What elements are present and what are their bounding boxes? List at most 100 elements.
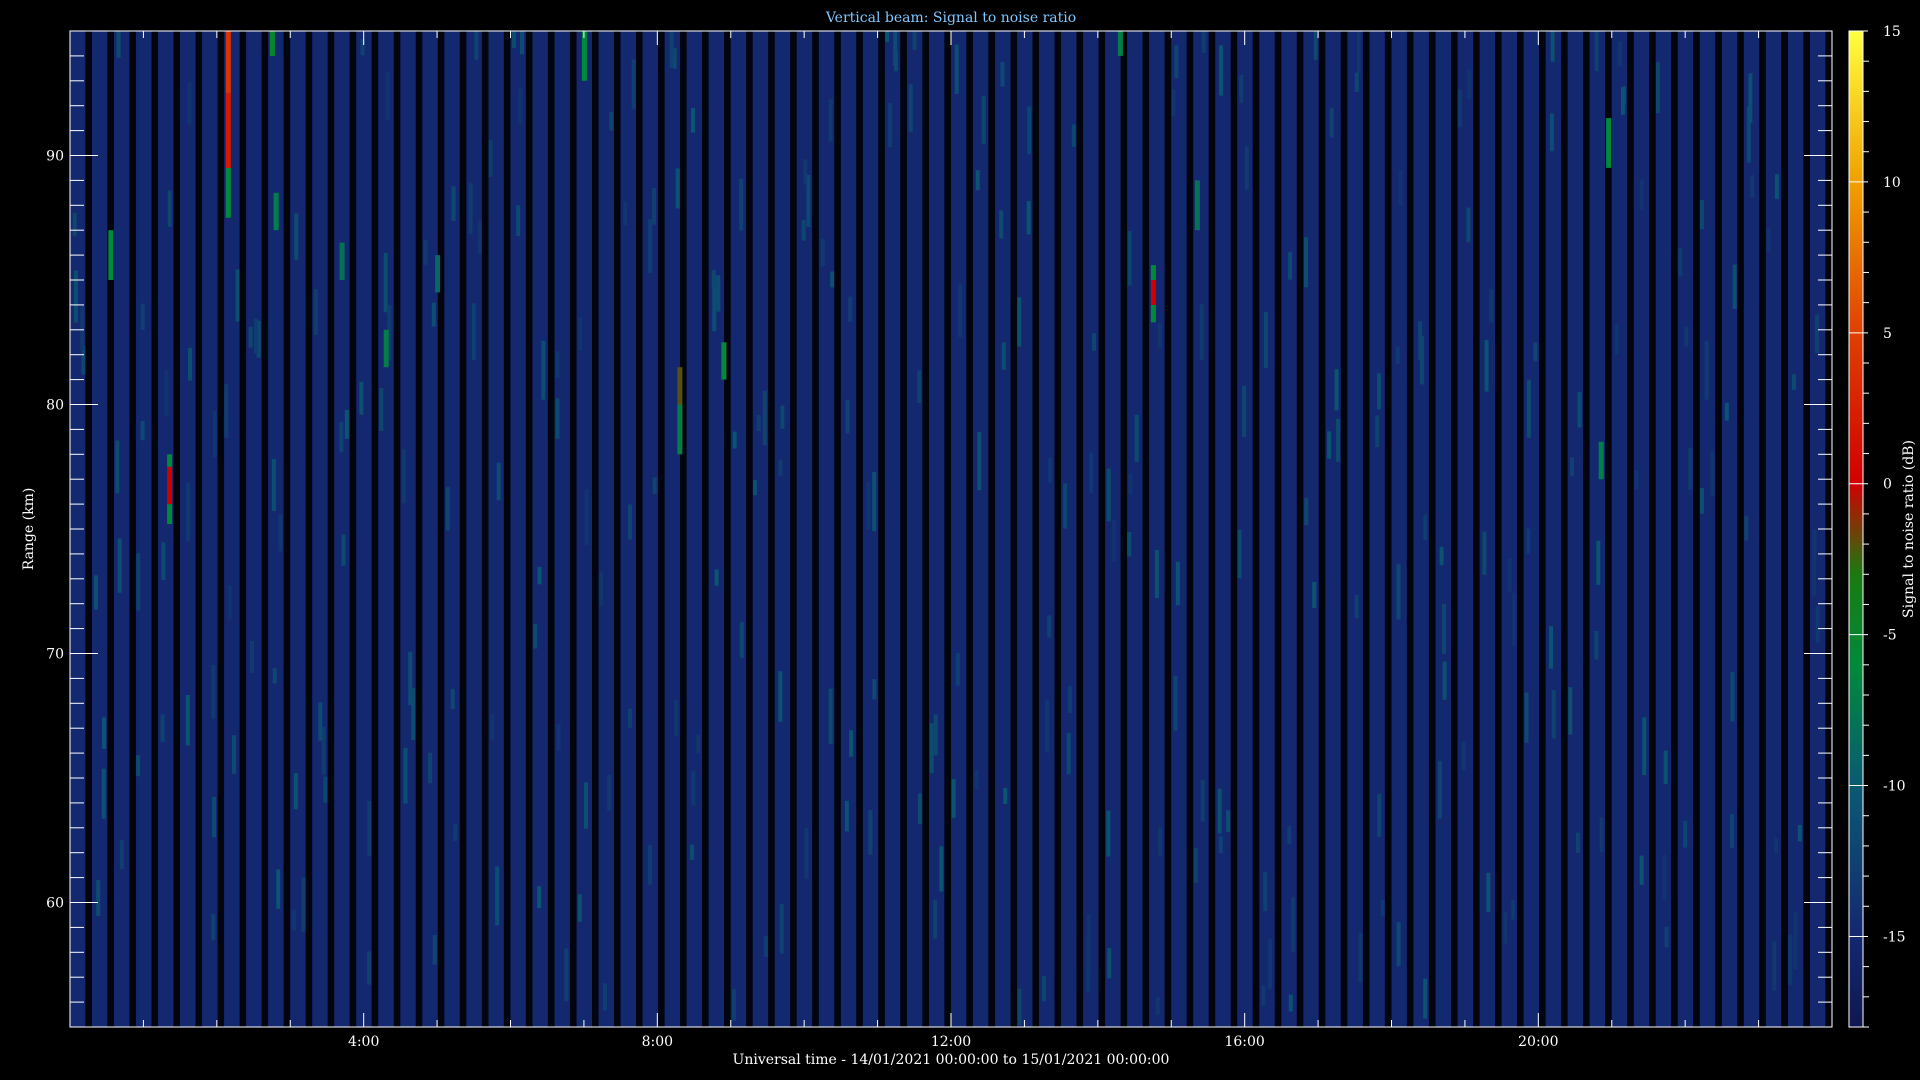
- colorbar-tick-label: -15: [1883, 929, 1906, 945]
- data-gap-stripe: [1362, 31, 1370, 1027]
- echo-feature: [1606, 118, 1612, 168]
- x-tick-label: 8:00: [642, 1034, 673, 1050]
- heatmap-column: [730, 31, 747, 1027]
- heatmap-cell: [564, 948, 569, 1002]
- echo-feature: [1150, 265, 1156, 280]
- heatmap-cell: [1774, 174, 1779, 199]
- heatmap-column: [1611, 31, 1628, 1027]
- heatmap-cell: [254, 318, 258, 354]
- heatmap-column: [907, 31, 923, 1027]
- heatmap-cell: [1111, 520, 1116, 562]
- heatmap-cell: [367, 951, 371, 985]
- heatmap-cell: [908, 84, 913, 133]
- heatmap-cell: [1550, 31, 1555, 62]
- heatmap-cell: [1239, 75, 1244, 103]
- heatmap-cell: [1288, 252, 1293, 280]
- heatmap-cell: [1334, 369, 1339, 411]
- heatmap-cell: [73, 270, 78, 323]
- heatmap-cell: [977, 431, 982, 491]
- echo-feature: [167, 466, 173, 505]
- heatmap-column: [1215, 31, 1231, 1027]
- heatmap-column: [686, 31, 703, 1027]
- data-gap-stripe: [481, 31, 489, 1027]
- heatmap-cell: [291, 909, 296, 931]
- heatmap-column: [1149, 31, 1165, 1027]
- heatmap-cell: [1086, 914, 1091, 969]
- colorbar-tick-label: 15: [1883, 24, 1901, 40]
- data-gap-stripe: [1451, 31, 1458, 1027]
- heatmap-cell: [1173, 675, 1178, 731]
- heatmap-cell: [674, 700, 679, 736]
- heatmap-column: [400, 31, 416, 1027]
- heatmap-column: [752, 31, 769, 1027]
- heatmap-cell: [1442, 603, 1446, 654]
- snr-heatmap-chart: 4:00 8:00 12:00 16:00 20:00 60 70 80 90 Vertical…: [21, 10, 1917, 1068]
- heatmap-column: [422, 31, 438, 1027]
- heatmap-cell: [696, 735, 701, 754]
- y-tick-label: 60: [46, 896, 64, 912]
- data-gap-stripe: [1759, 31, 1766, 1027]
- heatmap-cell: [1507, 558, 1512, 592]
- heatmap-cell: [1639, 179, 1644, 211]
- data-gap-stripe: [305, 31, 313, 1027]
- echo-feature: [677, 404, 683, 455]
- heatmap-cell: [161, 542, 166, 581]
- echo-feature: [677, 367, 683, 405]
- heatmap-cell: [872, 679, 877, 700]
- heatmap-cell: [1396, 922, 1401, 967]
- heatmap-column: [532, 31, 548, 1027]
- heatmap-column: [1457, 31, 1473, 1027]
- heatmap-cell: [584, 489, 589, 545]
- heatmap-cell: [1304, 237, 1308, 288]
- data-gap-stripe: [1561, 31, 1568, 1027]
- heatmap-cell: [115, 440, 120, 494]
- heatmap-cell: [1217, 788, 1222, 834]
- echo-feature: [721, 342, 727, 380]
- data-gap-stripe: [1120, 31, 1128, 1027]
- data-gap-stripe: [1318, 31, 1326, 1027]
- data-gap-stripe: [525, 31, 533, 1027]
- heatmap-cell: [848, 296, 853, 322]
- heatmap-cell: [537, 566, 542, 585]
- heatmap-column: [1325, 31, 1341, 1027]
- heatmap-cell: [1437, 761, 1442, 819]
- echo-feature: [269, 31, 275, 56]
- heatmap-cell: [1201, 31, 1206, 53]
- echo-feature: [167, 454, 173, 467]
- data-gap-stripe: [834, 31, 841, 1027]
- data-gap-stripe: [988, 31, 995, 1027]
- heatmap-cell: [1312, 581, 1317, 609]
- heatmap-cell: [94, 575, 98, 610]
- heatmap-cell: [1398, 169, 1403, 206]
- heatmap-cell: [739, 178, 744, 231]
- heatmap-cell: [806, 174, 811, 228]
- heatmap-column: [114, 31, 130, 1027]
- heatmap-cell: [72, 212, 77, 237]
- x-tick-label: 20:00: [1518, 1034, 1558, 1050]
- heatmap-cell: [1423, 978, 1428, 1019]
- heatmap-cell: [732, 431, 737, 449]
- heatmap-cell: [1000, 61, 1005, 87]
- data-gap-stripe: [724, 31, 731, 1027]
- heatmap-cell: [1772, 940, 1777, 991]
- echo-feature: [273, 192, 279, 231]
- heatmap-cell: [1710, 451, 1715, 496]
- heatmap-cell: [1467, 69, 1472, 100]
- heatmap-cell: [1482, 531, 1487, 575]
- heatmap-cell: [893, 31, 898, 67]
- heatmap-cell: [140, 421, 145, 441]
- heatmap-cell: [1067, 685, 1072, 713]
- data-gap-stripe: [1627, 31, 1634, 1027]
- data-gap-stripe: [1781, 31, 1788, 1027]
- echo-feature: [225, 31, 231, 94]
- colorbar: 15 10 5 0 -5 -10 -15 Signal to noise ratio (dB…: [1848, 24, 1917, 1028]
- heatmap-cell: [432, 935, 437, 965]
- heatmap-cell: [1199, 304, 1204, 360]
- heatmap-cell: [1027, 106, 1032, 154]
- heatmap-cell: [1329, 108, 1334, 138]
- data-gap-stripe: [570, 31, 577, 1027]
- heatmap-cell: [1092, 333, 1096, 351]
- heatmap-cell: [1155, 997, 1160, 1015]
- heatmap-cell: [276, 869, 281, 909]
- heatmap-cell: [690, 844, 695, 860]
